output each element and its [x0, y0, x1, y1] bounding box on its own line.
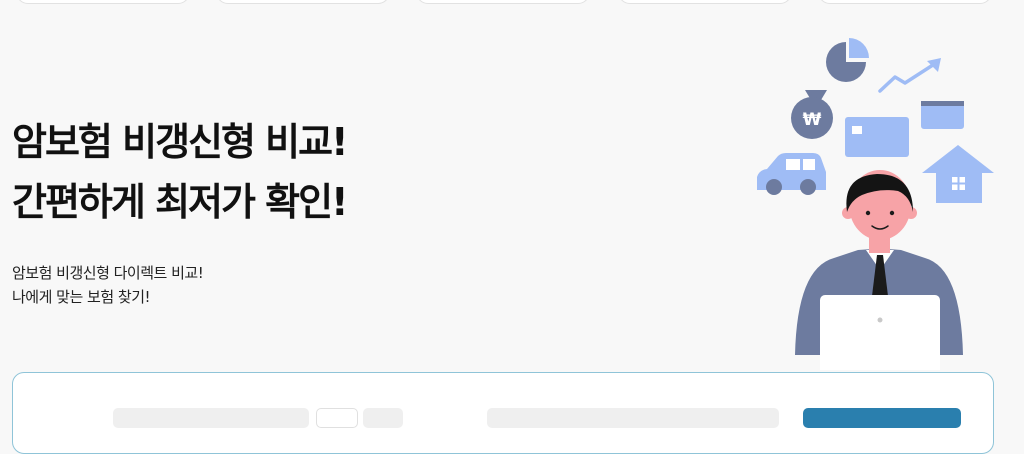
- top-tab[interactable]: [16, 0, 190, 4]
- top-tab[interactable]: [416, 0, 590, 4]
- pie-chart-icon: [826, 38, 869, 82]
- hero-subtitle: 암보험 비갱신형 다이렉트 비교! 나에게 맞는 보험 찾기!: [12, 261, 204, 309]
- submit-button[interactable]: [803, 408, 961, 428]
- gender-option-male[interactable]: [316, 408, 358, 428]
- phone-field[interactable]: [487, 408, 779, 428]
- money-bag-symbol: ₩: [803, 110, 822, 130]
- gender-option-female[interactable]: [363, 408, 403, 428]
- money-bag-icon: ₩: [791, 90, 833, 139]
- quote-form-card: [12, 372, 994, 454]
- hero-subtitle-line-2: 나에게 맞는 보험 찾기!: [12, 288, 151, 306]
- trend-up-icon: [878, 58, 941, 93]
- top-tab[interactable]: [818, 0, 992, 4]
- insurance-illustration: ₩: [757, 38, 994, 370]
- hero-title-line-1: 암보험 비갱신형 비교!: [12, 120, 348, 164]
- top-tab-bar: [0, 0, 1024, 10]
- credit-card-icon: [845, 117, 909, 157]
- top-tab[interactable]: [618, 0, 792, 4]
- wallet-icon: [921, 101, 964, 129]
- car-icon: [757, 153, 826, 195]
- hero-subtitle-line-1: 암보험 비갱신형 다이렉트 비교!: [12, 264, 204, 282]
- laptop-icon: [820, 295, 940, 370]
- birthdate-field[interactable]: [113, 408, 309, 428]
- top-tab[interactable]: [216, 0, 390, 4]
- house-icon: [922, 145, 994, 203]
- hero-title: 암보험 비갱신형 비교! 간편하게 최저가 확인!: [12, 112, 348, 232]
- hero-title-line-2: 간편하게 최저가 확인!: [12, 180, 348, 224]
